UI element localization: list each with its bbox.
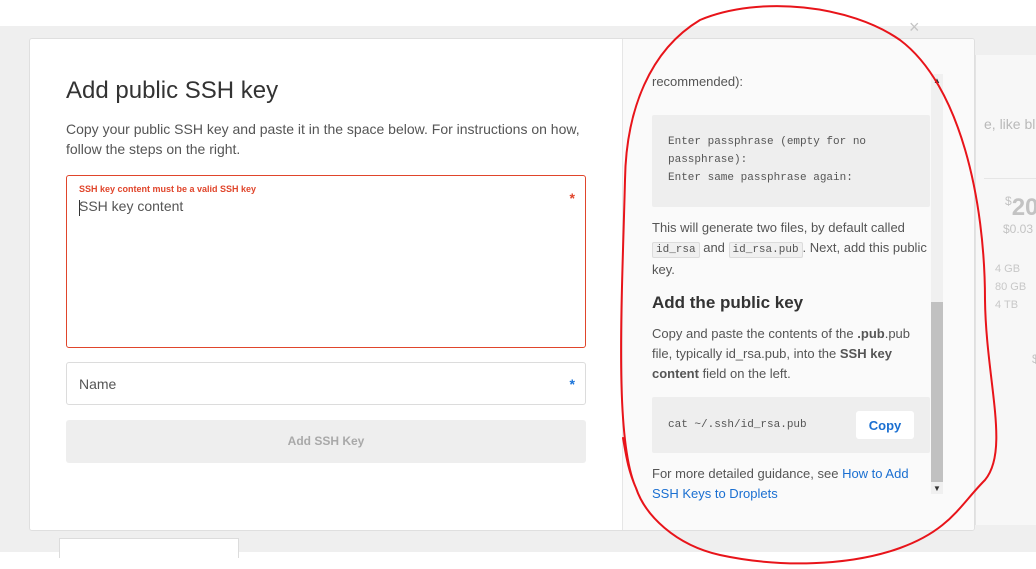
text: and: [699, 240, 729, 255]
passphrase-code-block: Enter passphrase (empty for no passphras…: [652, 115, 930, 207]
required-mark: *: [569, 190, 575, 206]
code-line: Enter passphrase (empty for no: [668, 136, 867, 148]
text: This will generate two files, by default…: [652, 220, 905, 235]
recommended-text: recommended):: [652, 74, 744, 89]
more-guidance-paragraph: For more detailed guidance, see How to A…: [652, 464, 932, 504]
background-divider: [984, 178, 1036, 179]
ssh-key-textarea[interactable]: [79, 198, 559, 338]
ssh-key-error: SSH key content must be a valid SSH key: [79, 184, 257, 194]
code-line: passphrase):: [668, 154, 748, 166]
instructions-pane[interactable]: recommended): Enter passphrase (empty fo…: [622, 39, 974, 530]
background-spec-transfer: 4 TB: [995, 299, 1019, 311]
text: field on the left.: [698, 366, 791, 381]
price-amount: 20: [1011, 194, 1036, 221]
scroll-down-arrow-icon[interactable]: ▼: [933, 484, 941, 493]
scrollbar-thumb[interactable]: [931, 302, 943, 482]
top-bar: [0, 0, 1036, 26]
command-text: cat ~/.ssh/id_rsa.pub: [668, 419, 807, 431]
price-currency: $: [1005, 194, 1012, 208]
required-mark: *: [569, 376, 575, 392]
background-button: [59, 538, 239, 558]
background-spec-memory: 4 GB: [995, 263, 1021, 275]
text-cursor: [79, 200, 80, 216]
background-price-sub: $0.03: [1003, 222, 1034, 236]
inline-code-id-rsa-pub: id_rsa.pub: [728, 242, 803, 258]
generate-files-paragraph: This will generate two files, by default…: [652, 218, 932, 280]
modal-title: Add public SSH key: [66, 77, 279, 104]
background-dollar: $: [1032, 352, 1036, 366]
add-public-key-heading: Add the public key: [652, 293, 804, 312]
add-ssh-key-button[interactable]: Add SSH Key: [66, 420, 586, 463]
code-line: Enter same passphrase again:: [668, 172, 853, 184]
modal-description: Copy your public SSH key and paste it in…: [66, 121, 580, 157]
name-field[interactable]: *: [66, 362, 586, 405]
close-icon[interactable]: ×: [909, 18, 920, 36]
copy-button[interactable]: Copy: [856, 411, 914, 439]
name-input[interactable]: [79, 373, 549, 395]
background-price: $20: [1005, 194, 1036, 222]
background-spec-disk: 80 GB: [995, 281, 1027, 293]
add-ssh-key-modal: Add public SSH key Copy your public SSH …: [29, 38, 975, 531]
text: Copy and paste the contents of the: [652, 326, 858, 341]
command-code-block: cat ~/.ssh/id_rsa.pub Copy: [652, 397, 930, 453]
ssh-key-field[interactable]: SSH key content must be a valid SSH key …: [66, 175, 586, 348]
scroll-up-arrow-icon[interactable]: ▲: [933, 76, 941, 85]
inline-code-id-rsa: id_rsa: [652, 242, 700, 258]
pub-extension: .pub: [857, 326, 885, 341]
text: For more detailed guidance, see: [652, 466, 843, 481]
background-text: e, like blo: [984, 116, 1036, 132]
copy-instructions-paragraph: Copy and paste the contents of the .pub.…: [652, 324, 932, 384]
form-pane: Add public SSH key Copy your public SSH …: [30, 39, 622, 530]
